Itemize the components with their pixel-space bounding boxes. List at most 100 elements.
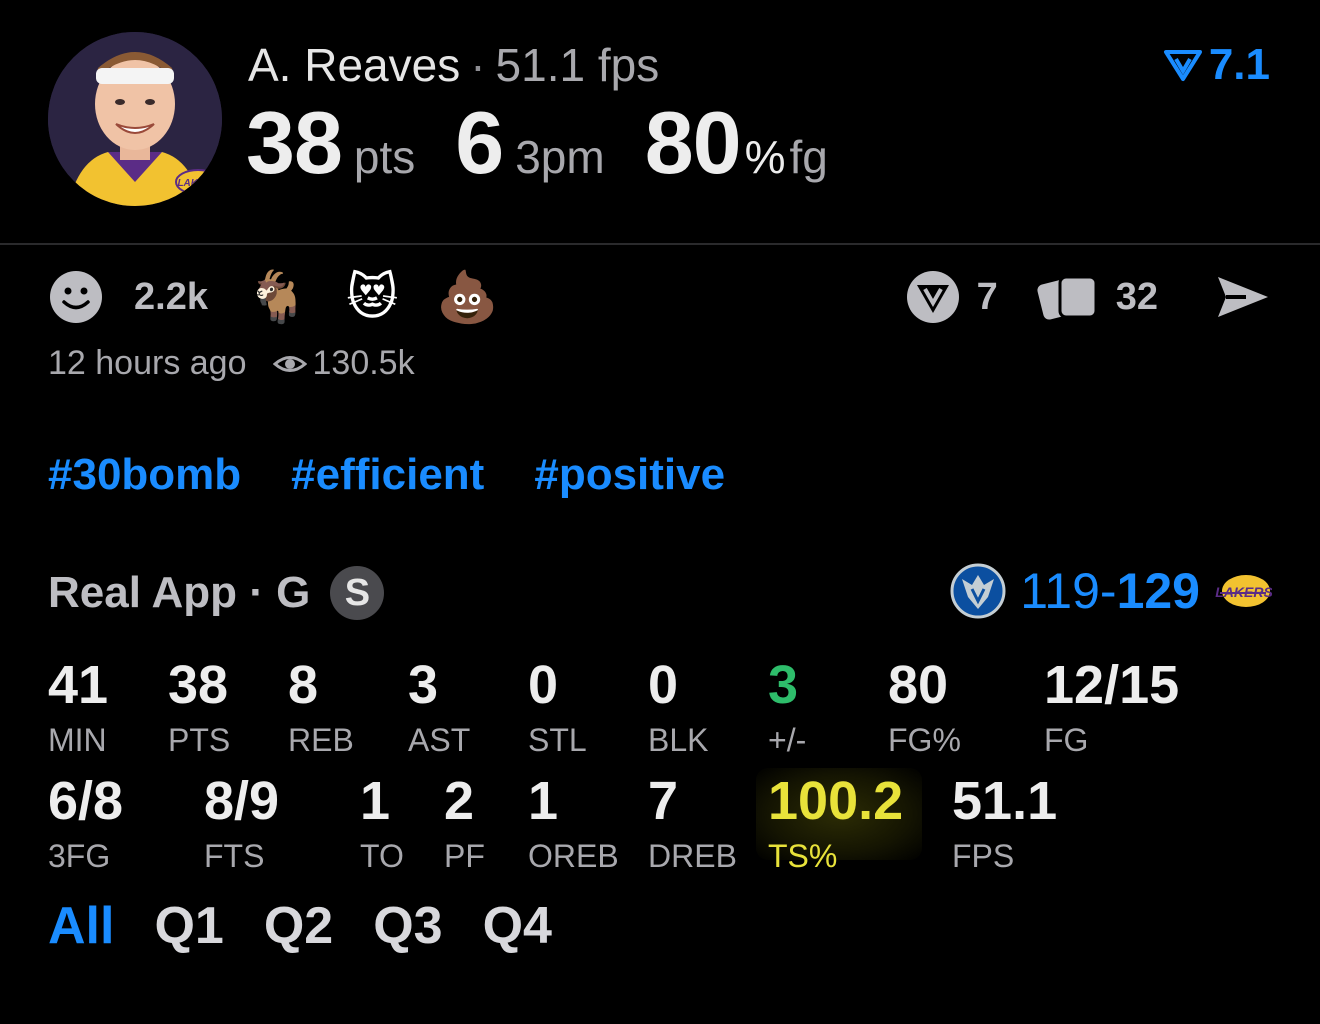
source-label: Real App · G <box>48 568 311 617</box>
headline-fg-percent-sign: % <box>744 131 786 183</box>
vote-count: 7 <box>976 275 998 318</box>
stat-min: 41 MIN <box>48 658 108 759</box>
stat-value: 41 <box>48 655 109 715</box>
stat-value: 0 <box>528 655 559 715</box>
heart-eyes-cat-emoji-icon[interactable]: 😻 <box>346 272 398 322</box>
stat-value: 7 <box>648 771 679 831</box>
player-name[interactable]: A. Reaves <box>248 39 460 91</box>
card-count: 32 <box>1115 275 1158 318</box>
rating-badge[interactable]: 7.1 <box>1163 40 1270 90</box>
stat-label: FG% <box>888 722 961 758</box>
headline-fg-unit: fg <box>789 131 828 183</box>
game-score[interactable]: 119-129 LAKERS <box>950 562 1272 620</box>
stat-label: 3FG <box>48 838 111 874</box>
stat-label: DREB <box>648 838 737 874</box>
stat-value: 0 <box>648 655 679 715</box>
stat-label: REB <box>288 722 354 758</box>
tab-q2[interactable]: Q2 <box>264 896 333 956</box>
headline-pts-value: 38 <box>246 93 343 192</box>
stat-label: TO <box>360 838 404 874</box>
hashtag[interactable]: #30bomb <box>48 450 241 500</box>
stat-label: STL <box>528 722 587 758</box>
stat-plus-minus: 3 +/- <box>768 658 806 759</box>
stat-value: 6/8 <box>48 771 124 831</box>
score-away: 119 <box>1020 563 1100 619</box>
smiley-react-icon[interactable] <box>48 269 104 325</box>
actions-bar: 7 32 <box>903 265 1272 329</box>
poop-emoji-icon[interactable]: 💩 <box>436 272 498 322</box>
stat-value: 3 <box>768 655 799 715</box>
svg-text:LAKERS: LAKERS <box>177 178 218 189</box>
starter-badge: S <box>330 566 385 620</box>
stat-value: 38 <box>168 655 229 715</box>
stat-label: FG <box>1044 722 1089 758</box>
stat-pf: 2 PF <box>444 774 485 875</box>
tab-q3[interactable]: Q3 <box>373 896 442 956</box>
stat-fps: 51.1 FPS <box>952 774 1057 875</box>
stat-ts-pct: 100.2 TS% <box>768 774 903 875</box>
tab-q4[interactable]: Q4 <box>483 896 552 956</box>
game-source: Real App · G S <box>48 566 385 620</box>
stat-label: PTS <box>168 722 231 758</box>
stat-label: PF <box>444 838 485 874</box>
headline-pts-unit: pts <box>353 131 416 183</box>
stat-value: 80 <box>888 655 949 715</box>
stat-value: 1 <box>528 771 559 831</box>
quarter-tabs: All Q1 Q2 Q3 Q4 <box>48 896 552 956</box>
tab-all[interactable]: All <box>48 896 114 956</box>
stat-fts: 8/9 FTS <box>204 774 279 875</box>
stat-label: MIN <box>48 722 107 758</box>
headline-3pm-value: 6 <box>455 93 504 192</box>
stat-to: 1 TO <box>360 774 404 875</box>
rating-value: 7.1 <box>1208 40 1270 89</box>
send-icon[interactable] <box>1212 267 1272 327</box>
stat-fg-pct: 80 FG% <box>888 658 961 759</box>
stat-fg: 12/15 FG <box>1044 658 1179 759</box>
post-meta: 12 hours ago 130.5k <box>48 344 415 383</box>
stat-label: BLK <box>648 722 709 758</box>
stat-value: 8/9 <box>204 771 280 831</box>
player-photo: LAKERS <box>48 32 222 206</box>
reactions-bar: 2.2k 🐐 😻 💩 <box>48 265 519 329</box>
stat-stl: 0 STL <box>528 658 587 759</box>
stat-label: FPS <box>952 838 1015 874</box>
stat-3fg: 6/8 3FG <box>48 774 123 875</box>
goat-emoji-icon[interactable]: 🐐 <box>246 272 308 322</box>
stat-value: 3 <box>408 655 439 715</box>
score-line: 119-129 <box>1020 562 1200 620</box>
stat-label: OREB <box>528 838 619 874</box>
hashtag[interactable]: #positive <box>534 450 725 500</box>
stat-value: 8 <box>288 655 319 715</box>
stat-value: 12/15 <box>1044 655 1180 715</box>
title-separator: · <box>470 39 486 91</box>
player-fps: 51.1 fps <box>495 39 660 91</box>
stat-pts: 38 PTS <box>168 658 230 759</box>
stat-blk: 0 BLK <box>648 658 708 759</box>
headline-stats: 38 pts 6 3pm 80%fg <box>246 92 828 192</box>
stat-label: AST <box>408 722 471 758</box>
lakers-logo-icon: LAKERS <box>1215 575 1272 607</box>
stat-label: FTS <box>204 838 265 874</box>
cards-icon[interactable] <box>1036 267 1102 327</box>
hashtag-list: #30bomb #efficient #positive <box>48 450 725 500</box>
hashtag[interactable]: #efficient <box>291 450 484 500</box>
headline-fg-value: 80 <box>644 93 742 192</box>
reaction-count: 2.2k <box>134 275 208 318</box>
svg-text:LAKERS: LAKERS <box>1215 584 1272 600</box>
stat-reb: 8 REB <box>288 658 354 759</box>
player-title-line: A. Reaves · 51.1 fps <box>248 38 659 92</box>
mavericks-logo-icon <box>950 563 1006 619</box>
player-avatar[interactable]: LAKERS <box>48 32 222 206</box>
stat-value: 100.2 <box>768 771 904 831</box>
stat-oreb: 1 OREB <box>528 774 619 875</box>
score-home: 129 <box>1116 563 1200 619</box>
stat-ast: 3 AST <box>408 658 470 759</box>
stat-label: +/- <box>768 722 807 758</box>
eye-icon <box>272 355 307 372</box>
header-divider <box>0 243 1320 245</box>
headline-3pm-unit: 3pm <box>515 131 605 183</box>
stat-label: TS% <box>768 838 838 874</box>
post-time: 12 hours ago <box>48 344 247 382</box>
tab-q1[interactable]: Q1 <box>154 896 223 956</box>
vote-icon[interactable] <box>903 267 963 327</box>
